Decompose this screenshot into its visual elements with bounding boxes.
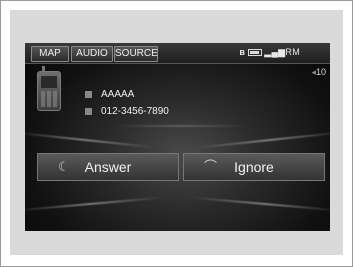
- background-streak: [115, 125, 245, 127]
- battery-icon: [248, 49, 263, 57]
- bluetooth-icon: ʙ: [239, 47, 246, 57]
- answer-button[interactable]: ☾ Answer: [37, 153, 179, 181]
- status-indicators: ʙ ▂▄▆RM: [239, 47, 300, 58]
- signal-icon: ▂▄▆: [264, 47, 286, 57]
- tab-source[interactable]: SOURCE: [114, 46, 158, 62]
- ignore-label: Ignore: [234, 159, 274, 175]
- incoming-call-screen: MAP AUDIO SOURCE ʙ ▂▄▆RM ◂10 AAAAA 012-34…: [25, 43, 330, 231]
- caller-number-row: 012-3456-7890: [85, 106, 169, 117]
- top-bar: MAP AUDIO SOURCE ʙ ▂▄▆RM: [25, 43, 330, 64]
- tab-map[interactable]: MAP: [31, 46, 69, 62]
- caller-number: 012-3456-7890: [101, 106, 169, 117]
- roaming-indicator: RM: [285, 47, 300, 57]
- volume-indicator: ◂10: [311, 67, 326, 78]
- answer-label: Answer: [84, 159, 132, 175]
- background-streak: [195, 131, 330, 149]
- mobile-phone-icon: [37, 66, 61, 111]
- caller-name: AAAAA: [101, 89, 135, 100]
- figure-frame: MAP AUDIO SOURCE ʙ ▂▄▆RM ◂10 AAAAA 012-34…: [0, 0, 353, 267]
- background-streak: [25, 131, 155, 149]
- phone-number-icon: [85, 107, 92, 115]
- caller-name-row: AAAAA: [85, 89, 134, 100]
- background-streak: [190, 196, 330, 212]
- ignore-button[interactable]: ⌒ Ignore: [183, 153, 325, 181]
- background-streak: [25, 196, 165, 212]
- tab-audio[interactable]: AUDIO: [71, 46, 113, 62]
- contact-icon: [85, 90, 92, 98]
- volume-level: 10: [315, 67, 326, 77]
